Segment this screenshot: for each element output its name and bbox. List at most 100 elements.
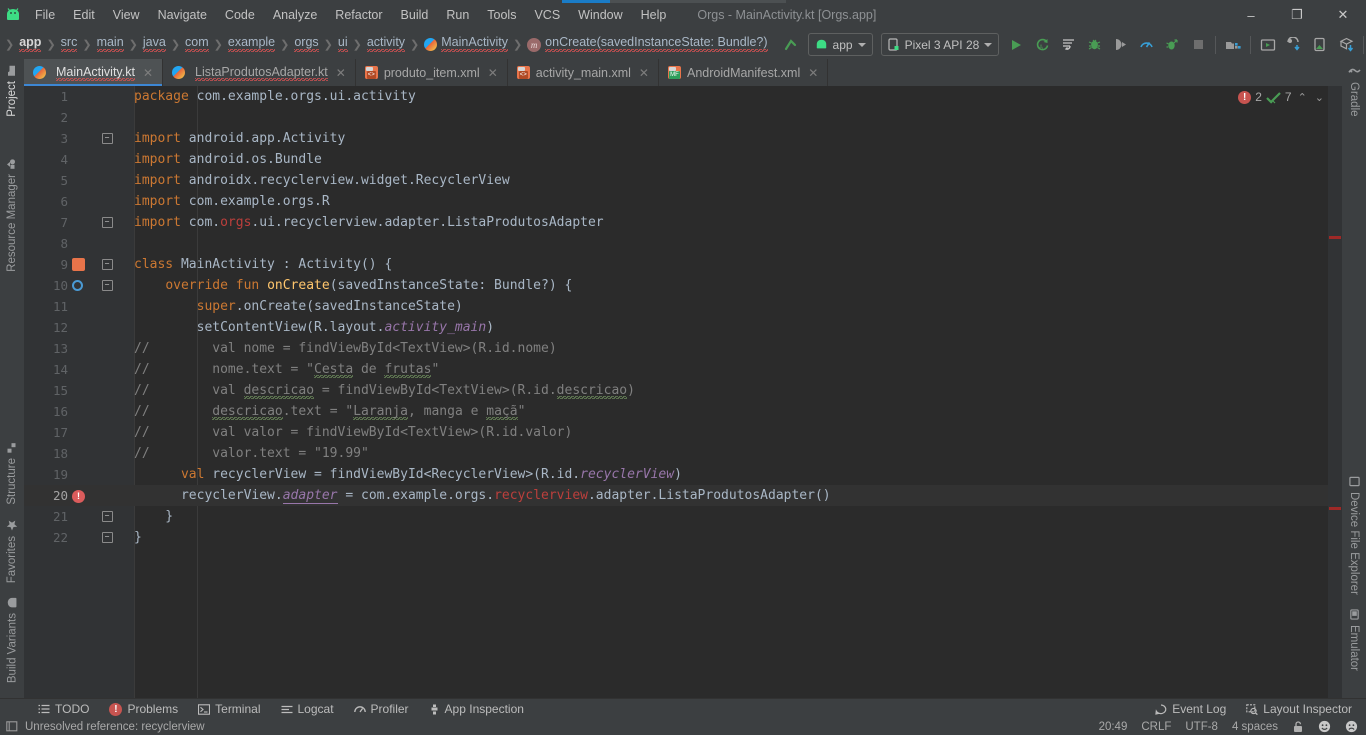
error-stripe-mark[interactable] (1329, 507, 1341, 510)
gutter-icon-area[interactable] (72, 359, 102, 380)
code-line[interactable]: 2 (24, 107, 1342, 128)
stop-button[interactable] (1185, 32, 1211, 58)
run-with-coverage-button[interactable] (1159, 32, 1185, 58)
code-line[interactable]: 10 − override fun onCreate(savedInstanceS… (24, 275, 1342, 296)
breadcrumb-item-com[interactable]: com (181, 30, 213, 59)
bottom-tool-event-log[interactable]: Event Log (1145, 699, 1236, 719)
code-line[interactable]: 15 // val descricao = findViewById<TextVi… (24, 380, 1342, 401)
sidebar-item-gradle[interactable]: Gradle (1347, 59, 1361, 124)
close-button[interactable]: ✕ (1320, 0, 1366, 30)
editor-tab-listaprodutosadapter-kt[interactable]: ListaProdutosAdapter.kt ✕ (163, 59, 356, 86)
run-configuration-selector[interactable]: app (807, 33, 873, 56)
gutter-icon-area[interactable] (72, 338, 102, 359)
fold-toggle-icon[interactable]: − (100, 128, 114, 149)
chevron-up-icon[interactable]: ⌃ (1296, 91, 1309, 104)
fold-toggle-icon[interactable]: − (100, 527, 114, 548)
code-line[interactable]: 20! recyclerView.adapter = com.example.o… (24, 485, 1342, 506)
happy-face-icon[interactable] (1318, 720, 1331, 733)
run-gutter-icon[interactable] (72, 280, 83, 291)
bottom-tool-app-inspection[interactable]: App Inspection (419, 699, 534, 719)
layout-inspector-button[interactable] (1333, 32, 1359, 58)
menu-item-file[interactable]: File (26, 0, 64, 30)
gutter-icon-area[interactable] (72, 149, 102, 170)
fold-toggle-icon[interactable]: − (100, 506, 114, 527)
maximize-button[interactable]: ❐ (1274, 0, 1320, 30)
run-button[interactable] (1003, 32, 1029, 58)
error-gutter-icon[interactable]: ! (72, 490, 85, 503)
file-encoding[interactable]: UTF-8 (1185, 721, 1218, 733)
code-line[interactable]: 5 import androidx.recyclerview.widget.Rec… (24, 170, 1342, 191)
gutter-icon-area[interactable] (72, 275, 102, 296)
sidebar-item-emulator[interactable]: Emulator (1348, 602, 1360, 678)
sidebar-item-structure[interactable]: Structure (6, 436, 18, 512)
breadcrumb-item-activity[interactable]: activity (363, 30, 409, 59)
menu-item-analyze[interactable]: Analyze (264, 0, 326, 30)
code-line[interactable]: 7 − import com.orgs.ui.recyclerview.adapte… (24, 212, 1342, 233)
editor-tab-mainactivity-kt[interactable]: MainActivity.kt ✕ (24, 59, 164, 86)
gutter-icon-area[interactable] (72, 317, 102, 338)
gutter-icon-area[interactable] (72, 506, 102, 527)
fold-toggle-icon[interactable]: − (100, 254, 114, 275)
close-icon[interactable]: ✕ (639, 66, 649, 80)
menu-item-help[interactable]: Help (632, 0, 676, 30)
breadcrumb-item-app[interactable]: app (15, 30, 45, 59)
menu-item-build[interactable]: Build (392, 0, 438, 30)
bottom-tool-layout-inspector[interactable]: Layout Inspector (1236, 699, 1366, 719)
close-icon[interactable]: ✕ (808, 66, 818, 80)
code-line[interactable]: 8 (24, 233, 1342, 254)
gutter-icon-area[interactable] (72, 401, 102, 422)
code-line[interactable]: 19 val recyclerView = findViewById<Recyc… (24, 464, 1342, 485)
menu-item-edit[interactable]: Edit (64, 0, 104, 30)
menu-item-vcs[interactable]: VCS (525, 0, 569, 30)
menu-item-code[interactable]: Code (216, 0, 264, 30)
sidebar-item-resource-manager[interactable]: Resource Manager (6, 152, 18, 279)
avd-manager-button[interactable] (1255, 32, 1281, 58)
breadcrumb-item-java[interactable]: java (139, 30, 170, 59)
sdk-manager-button[interactable] (1220, 32, 1246, 58)
bottom-tool-logcat[interactable]: Logcat (271, 699, 344, 719)
editor-tab-activity-main-xml[interactable]: <> activity_main.xml ✕ (508, 59, 659, 86)
gutter-icon-area[interactable] (72, 464, 102, 485)
gutter-icon-area[interactable] (72, 107, 102, 128)
breadcrumb-item-orgs[interactable]: orgs (290, 30, 322, 59)
breadcrumb-item-oncreate[interactable]: m onCreate(savedInstanceState: Bundle?) (523, 30, 771, 59)
code-line[interactable]: 11 super.onCreate(savedInstanceState) (24, 296, 1342, 317)
close-icon[interactable]: ✕ (143, 66, 153, 80)
sidebar-item-project[interactable]: Project (6, 59, 18, 124)
code-line[interactable]: 6 import com.example.orgs.R (24, 191, 1342, 212)
menu-bar[interactable]: File Edit View Navigate Code Analyze Ref… (26, 0, 675, 30)
gutter-icon-area[interactable] (72, 254, 102, 275)
apply-changes-button[interactable]: A (1029, 32, 1055, 58)
code-line[interactable]: 14 // nome.text = "Cesta de frutas" (24, 359, 1342, 380)
fold-toggle-icon[interactable]: − (100, 212, 114, 233)
device-selector[interactable]: Pixel 3 API 28 (880, 33, 1000, 56)
menu-item-run[interactable]: Run (437, 0, 478, 30)
bottom-tool-profiler[interactable]: Profiler (344, 699, 419, 719)
breadcrumb-item-example[interactable]: example (224, 30, 279, 59)
code-line[interactable]: 16 // descricao.text = "Laranja, manga e … (24, 401, 1342, 422)
debug-button[interactable] (1081, 32, 1107, 58)
code-line[interactable]: 12 setContentView(R.layout.activity_main… (24, 317, 1342, 338)
bottom-tool-problems[interactable]: ! Problems (99, 699, 188, 719)
code-line[interactable]: 13 // val nome = findViewById<TextView>(R… (24, 338, 1342, 359)
code-line[interactable]: 1 package com.example.orgs.ui.activity (24, 86, 1342, 107)
code-line[interactable]: 9 − class MainActivity : Activity() { (24, 254, 1342, 275)
line-separator[interactable]: CRLF (1141, 721, 1171, 733)
menu-item-navigate[interactable]: Navigate (149, 0, 216, 30)
code-line[interactable]: 17 // val valor = findViewById<TextView>(… (24, 422, 1342, 443)
gutter-icon-area[interactable] (72, 233, 102, 254)
kotlin-class-gutter-icon[interactable] (72, 258, 85, 271)
gutter-icon-area[interactable] (72, 380, 102, 401)
bottom-tool-todo[interactable]: TODO (28, 699, 99, 719)
menu-item-refactor[interactable]: Refactor (326, 0, 391, 30)
gutter-icon-area[interactable] (72, 128, 102, 149)
error-stripe-mark[interactable] (1329, 236, 1341, 239)
minimize-button[interactable]: – (1228, 0, 1274, 30)
gutter-icon-area[interactable] (72, 86, 102, 107)
inspection-widget[interactable]: ! 2 7 ⌃ ⌄ (1238, 90, 1326, 104)
gutter-icon-area[interactable] (72, 191, 102, 212)
caret-position[interactable]: 20:49 (1099, 721, 1128, 733)
breadcrumb-item-ui[interactable]: ui (334, 30, 352, 59)
menu-item-window[interactable]: Window (569, 0, 631, 30)
indent-setting[interactable]: 4 spaces (1232, 721, 1278, 733)
